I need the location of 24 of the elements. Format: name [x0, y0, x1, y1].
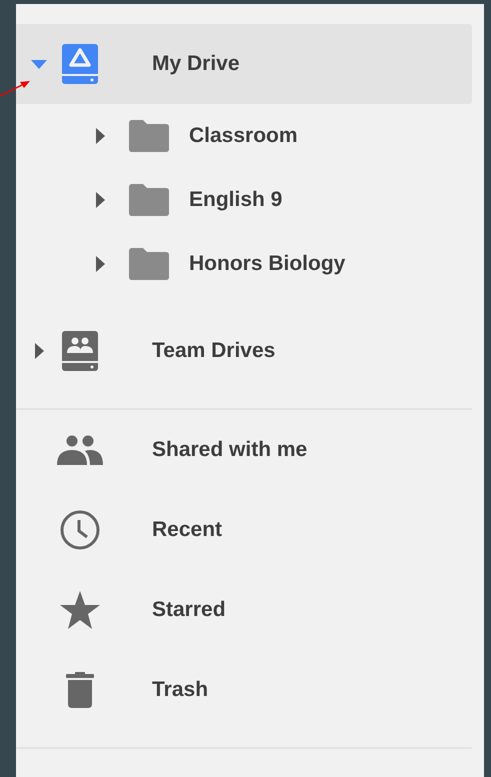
- expand-caret-icon[interactable]: [96, 256, 104, 272]
- sidebar-item[interactable]: Trash: [16, 650, 472, 730]
- annotation-arrow: [0, 78, 32, 98]
- team-drive-icon: [62, 331, 98, 371]
- sidebar-item[interactable]: English 9: [16, 168, 472, 232]
- sidebar-item[interactable]: Honors Biology: [16, 232, 472, 296]
- clock-icon: [60, 510, 100, 550]
- folder-icon: [129, 248, 169, 280]
- star-icon: [60, 591, 100, 629]
- sidebar-item[interactable]: Classroom: [16, 104, 472, 168]
- sidebar-item[interactable]: Team Drives: [16, 311, 472, 391]
- sidebar-item[interactable]: Recent: [16, 490, 472, 570]
- expand-caret-icon[interactable]: [34, 343, 44, 359]
- expand-caret-icon[interactable]: [96, 128, 104, 144]
- people-icon: [57, 435, 103, 465]
- sidebar-item[interactable]: Starred: [16, 570, 472, 650]
- folder-icon: [129, 184, 169, 216]
- trash-icon: [66, 672, 94, 708]
- collapse-caret-icon[interactable]: [31, 60, 47, 68]
- sidebar-item[interactable]: Shared with me: [16, 410, 472, 490]
- sidebar-item[interactable]: My Drive: [16, 24, 472, 104]
- drive-icon: [62, 44, 98, 84]
- expand-caret-icon[interactable]: [96, 192, 104, 208]
- folder-icon: [129, 120, 169, 152]
